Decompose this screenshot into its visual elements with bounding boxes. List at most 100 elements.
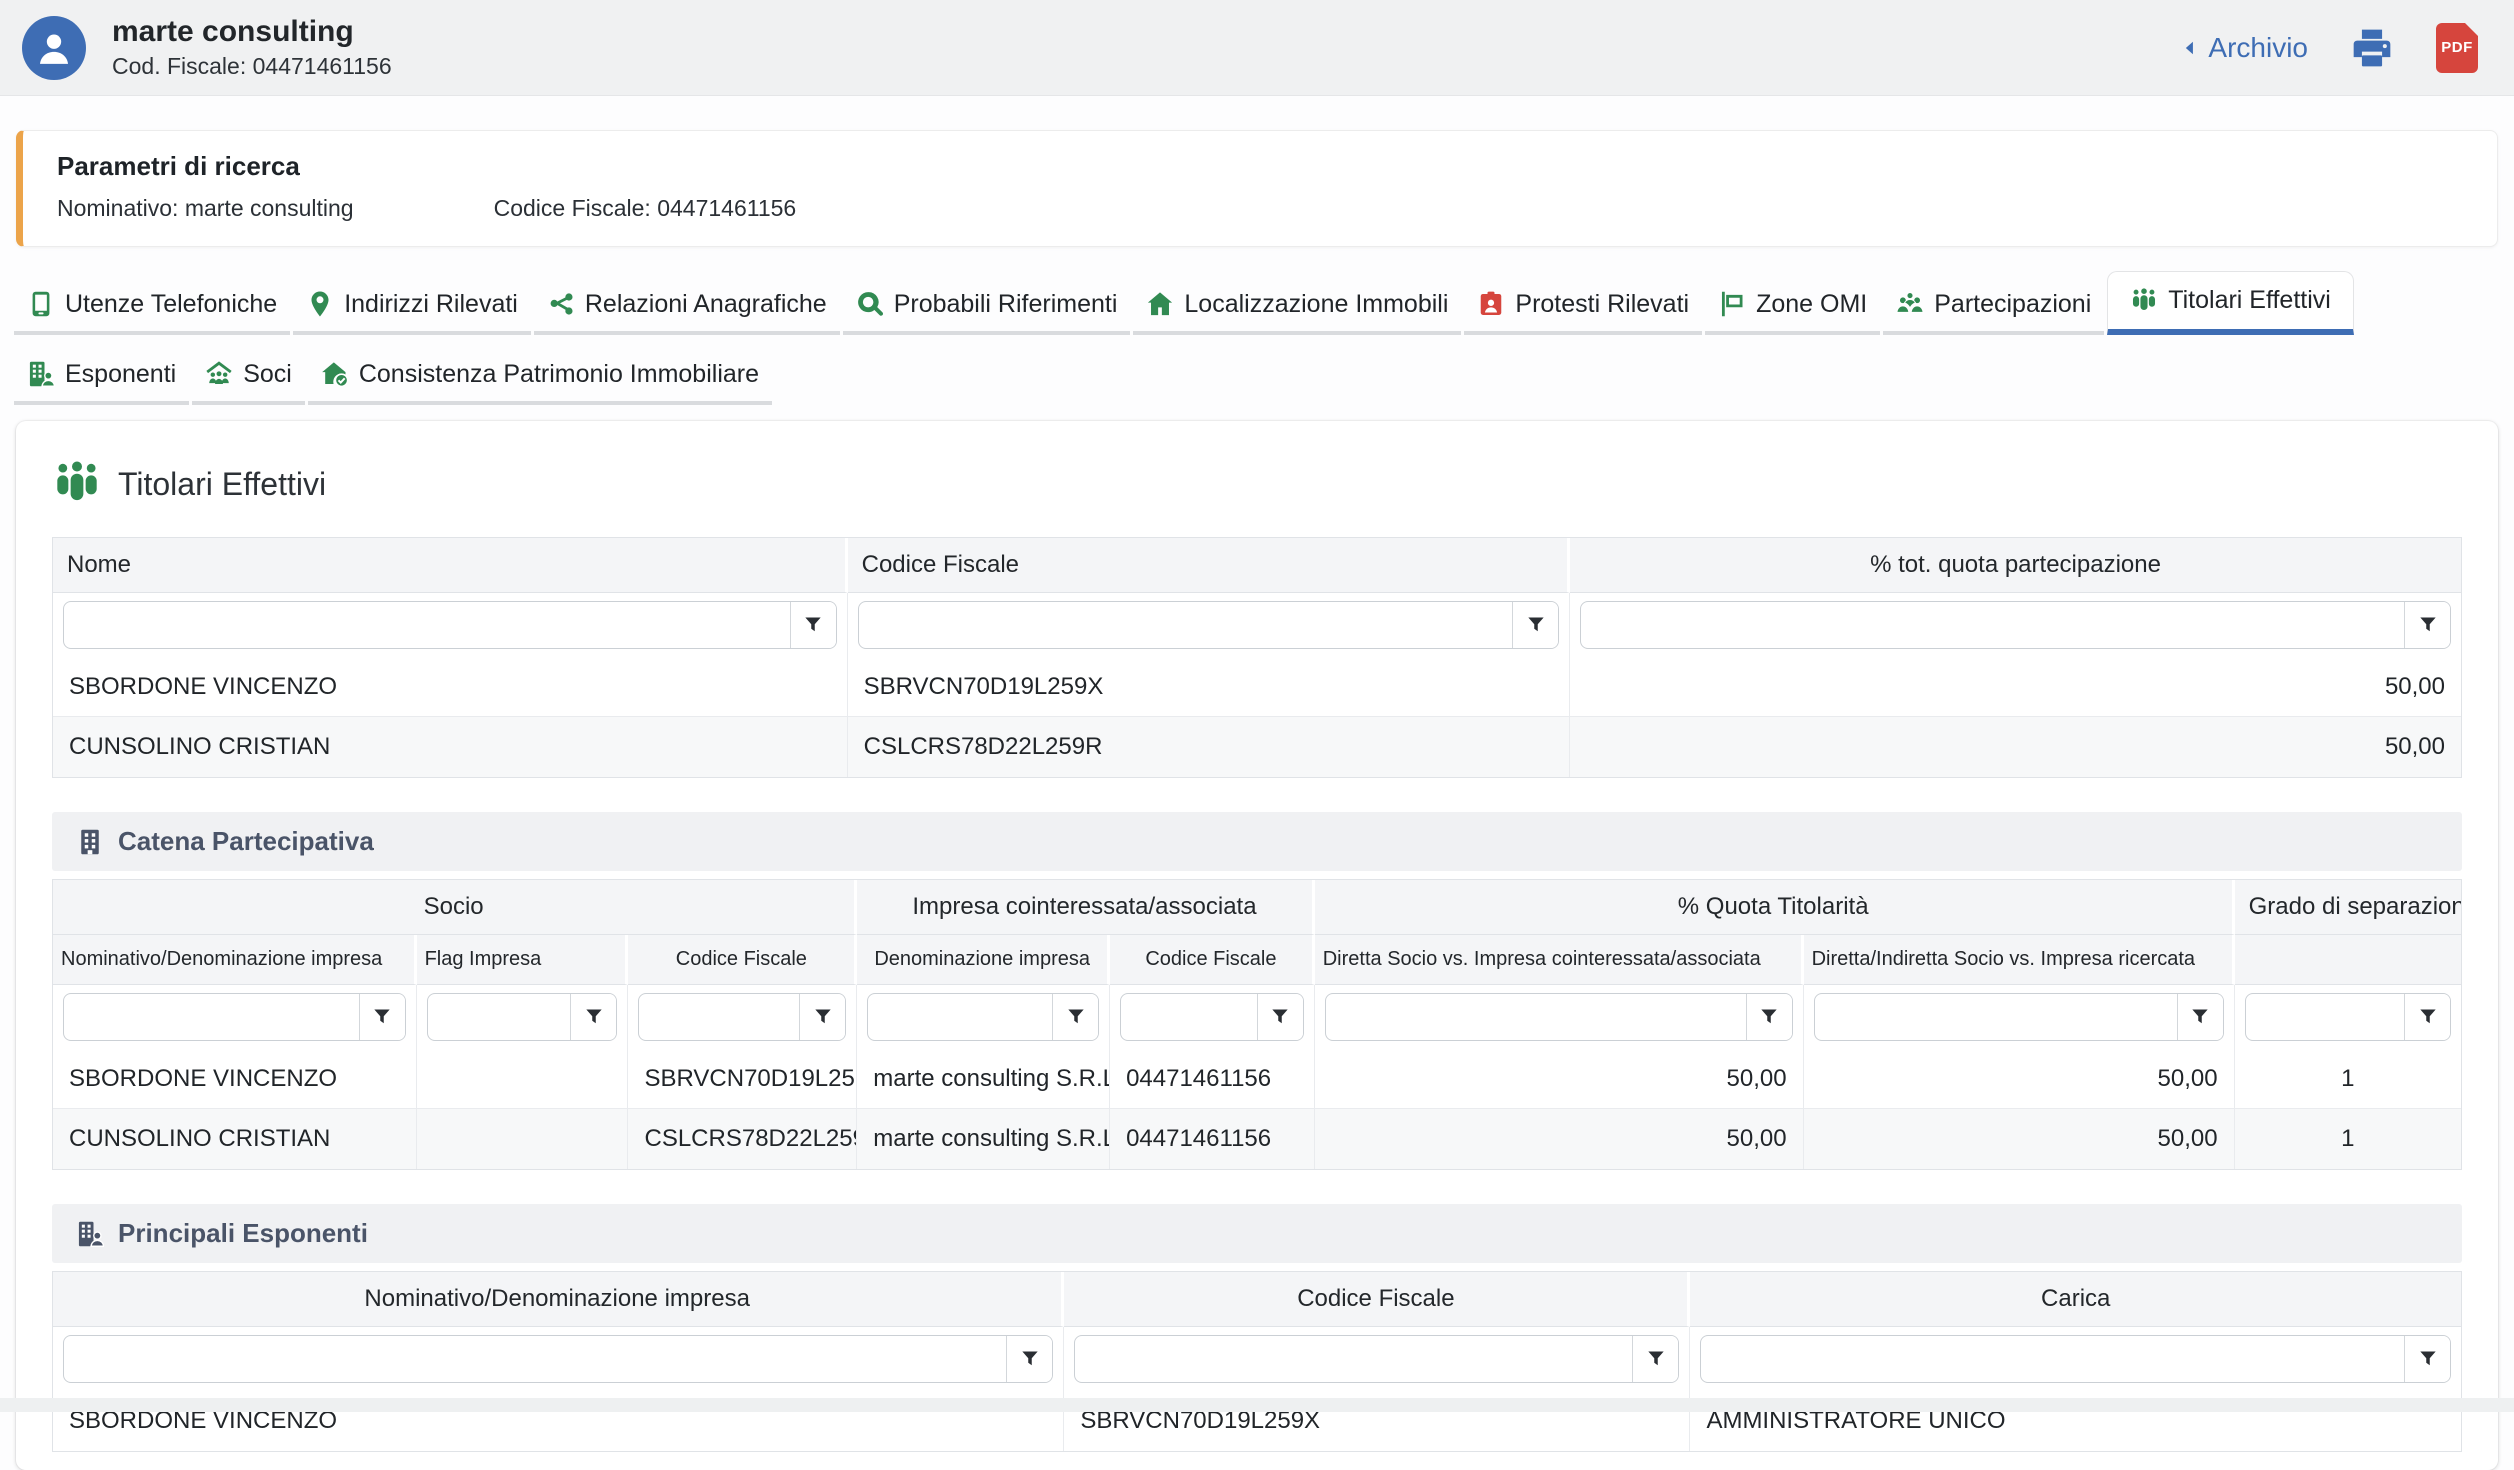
tab-esponenti[interactable]: Esponenti	[14, 347, 189, 405]
filter-box	[63, 993, 406, 1041]
caret-left-icon	[2180, 38, 2200, 58]
mobile-icon	[27, 290, 55, 318]
filter-input-codice-fiscale[interactable]	[1075, 1336, 1632, 1382]
filter-button[interactable]	[2404, 602, 2450, 648]
filter-button[interactable]	[799, 994, 845, 1040]
filter-input-carica[interactable]	[1701, 1336, 2404, 1382]
filter-input-nominativo[interactable]	[64, 994, 359, 1040]
filter-input-denominazione[interactable]	[868, 994, 1052, 1040]
filter-icon	[372, 1007, 392, 1027]
filter-button[interactable]	[359, 994, 405, 1040]
tab-partecipazioni[interactable]: Partecipazioni	[1883, 277, 2104, 335]
pdf-icon: PDF	[2441, 39, 2473, 56]
tab-label: Partecipazioni	[1934, 290, 2091, 319]
filter-row	[53, 593, 2461, 657]
col-nome: Nome	[53, 538, 848, 593]
filter-input-nome[interactable]	[64, 602, 790, 648]
section-title-label: Titolari Effettivi	[118, 466, 326, 503]
tab-label: Protesti Rilevati	[1515, 290, 1689, 319]
param-codice-fiscale: Codice Fiscale: 04471461156	[494, 195, 797, 222]
filter-box	[63, 601, 837, 649]
sign-icon	[1718, 290, 1746, 318]
tab-strip: Utenze Telefoniche Indirizzi Rilevati Re…	[14, 277, 2500, 405]
exponents-section-header: Principali Esponenti	[52, 1204, 2462, 1263]
bottom-strip	[0, 1398, 2514, 1412]
cell-quota-indiretta: 50,00	[1804, 1049, 2235, 1109]
filter-input-grado[interactable]	[2246, 994, 2404, 1040]
filter-button[interactable]	[1512, 602, 1558, 648]
filter-input-quota-indiretta[interactable]	[1815, 994, 2177, 1040]
archive-label: Archivio	[2208, 32, 2308, 64]
tab-protesti-rilevati[interactable]: Protesti Rilevati	[1464, 277, 1702, 335]
exponents-section-title: Principali Esponenti	[118, 1218, 368, 1249]
cell-nominativo: CUNSOLINO CRISTIAN	[53, 1109, 417, 1169]
filter-button[interactable]	[2177, 994, 2223, 1040]
filter-button[interactable]	[2404, 994, 2450, 1040]
tab-label: Titolari Effettivi	[2168, 286, 2331, 315]
filter-box	[1325, 993, 1793, 1041]
chain-table: Socio Impresa cointeressata/associata % …	[52, 879, 2462, 1170]
tab-zone-omi[interactable]: Zone OMI	[1705, 277, 1880, 335]
filter-input-codice-fiscale-socio[interactable]	[639, 994, 799, 1040]
filter-input-nominativo[interactable]	[64, 1336, 1006, 1382]
print-button[interactable]	[2350, 26, 2394, 70]
tab-relazioni-anagrafiche[interactable]: Relazioni Anagrafiche	[534, 277, 840, 335]
building-user-icon	[27, 360, 55, 388]
archive-link[interactable]: Archivio	[2180, 32, 2308, 64]
cell-denominazione: marte consulting S.R.L.	[857, 1049, 1110, 1109]
cell-quota: 50,00	[1570, 717, 2461, 777]
tab-label: Zone OMI	[1756, 290, 1867, 319]
page-title: marte consulting	[112, 15, 392, 48]
col-flag-impresa: Flag Impresa	[417, 935, 629, 985]
col-codice-fiscale-impresa: Codice Fiscale	[1110, 935, 1315, 985]
filter-button[interactable]	[1052, 994, 1098, 1040]
tab-indirizzi-rilevati[interactable]: Indirizzi Rilevati	[293, 277, 531, 335]
tab-titolari-effettivi[interactable]: Titolari Effettivi	[2107, 271, 2354, 335]
table-row: SBORDONE VINCENZO SBRVCN70D19L259X marte…	[53, 1049, 2461, 1109]
filter-button[interactable]	[1746, 994, 1792, 1040]
section-title: Titolari Effettivi	[52, 459, 2462, 509]
pdf-export-button[interactable]: PDF	[2436, 23, 2478, 73]
filter-button[interactable]	[790, 602, 836, 648]
tab-localizzazione-immobili[interactable]: Localizzazione Immobili	[1133, 277, 1461, 335]
filter-icon	[813, 1007, 833, 1027]
user-icon	[34, 28, 74, 68]
exponents-table: Nominativo/Denominazione impresa Codice …	[52, 1271, 2462, 1452]
house-users-icon	[205, 360, 233, 388]
param-nominativo: Nominativo: marte consulting	[57, 195, 354, 222]
header-actions: Archivio PDF	[2180, 23, 2492, 73]
filter-input-codice-fiscale-impresa[interactable]	[1121, 994, 1257, 1040]
filter-icon	[2418, 615, 2438, 635]
search-icon	[856, 290, 884, 318]
filter-icon	[584, 1007, 604, 1027]
tab-probabili-riferimenti[interactable]: Probabili Riferimenti	[843, 277, 1131, 335]
filter-input-quota-diretta[interactable]	[1326, 994, 1746, 1040]
tab-label: Utenze Telefoniche	[65, 290, 277, 319]
filter-input-codice-fiscale[interactable]	[859, 602, 1512, 648]
col-carica: Carica	[1690, 1272, 2461, 1327]
cell-quota-indiretta: 50,00	[1804, 1109, 2235, 1169]
filter-button[interactable]	[1257, 994, 1303, 1040]
filter-box	[427, 993, 618, 1041]
filter-button[interactable]	[1006, 1336, 1052, 1382]
tab-soci[interactable]: Soci	[192, 347, 305, 405]
filter-box	[63, 1335, 1053, 1383]
filter-icon	[1526, 615, 1546, 635]
filter-button[interactable]	[1632, 1336, 1678, 1382]
people-group-icon	[52, 459, 102, 509]
group-grado-separazione: Grado di separazione	[2235, 880, 2461, 935]
tab-utenze-telefoniche[interactable]: Utenze Telefoniche	[14, 277, 290, 335]
filter-row	[53, 1327, 2461, 1391]
tab-row-1: Utenze Telefoniche Indirizzi Rilevati Re…	[14, 277, 2500, 335]
filter-input-quota[interactable]	[1581, 602, 2404, 648]
building-icon	[76, 828, 104, 856]
tab-consistenza-patrimonio-immobiliare[interactable]: Consistenza Patrimonio Immobiliare	[308, 347, 772, 405]
filter-input-flag-impresa[interactable]	[428, 994, 571, 1040]
filter-button[interactable]	[2404, 1336, 2450, 1382]
col-codice-fiscale-socio: Codice Fiscale	[628, 935, 857, 985]
header-row: Nominativo/Denominazione impresa Flag Im…	[53, 935, 2461, 985]
filter-button[interactable]	[570, 994, 616, 1040]
filter-box	[867, 993, 1099, 1041]
content-card: Titolari Effettivi Nome Codice Fiscale %…	[16, 421, 2498, 1470]
col-quota: % tot. quota partecipazione	[1570, 538, 2461, 593]
